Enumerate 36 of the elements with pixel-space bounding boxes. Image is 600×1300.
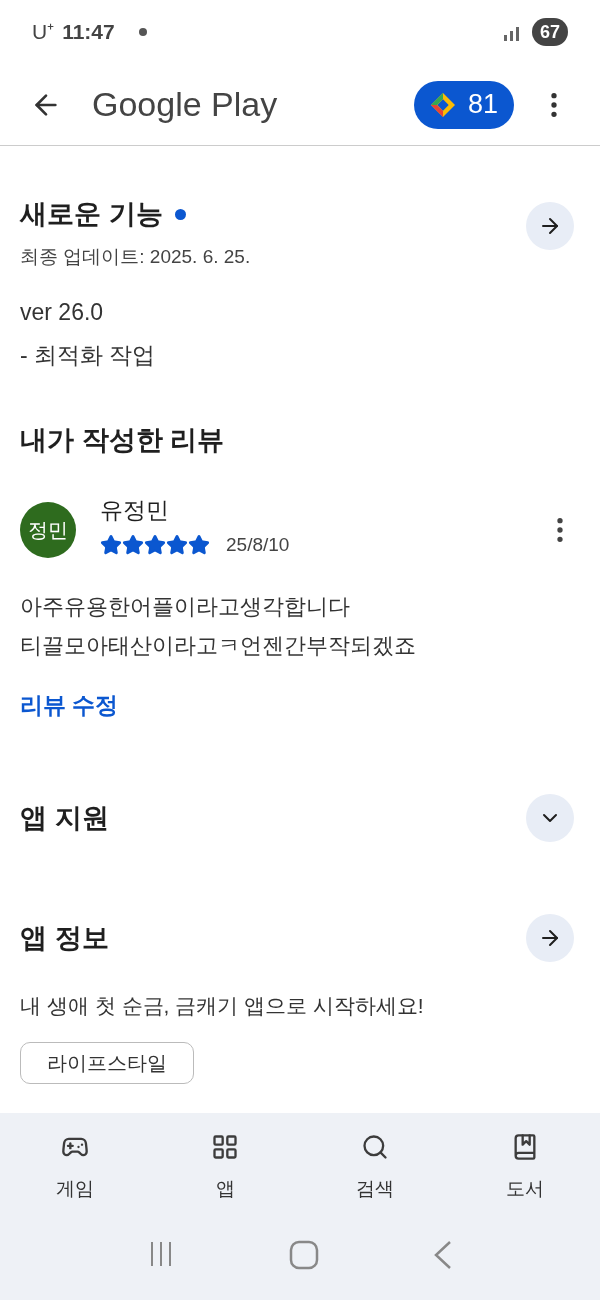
app-title: Google Play [92, 84, 278, 125]
nav-tab[interactable]: 게임 [20, 1133, 130, 1204]
star-icon [144, 534, 166, 557]
reviewer-name: 유정민 [100, 495, 170, 525]
section-title: 새로운 기능 [20, 198, 163, 231]
category-chip[interactable]: 라이프스타일 [20, 1041, 194, 1084]
arrow-button[interactable] [526, 202, 574, 250]
section-title: 앱 정보 [20, 921, 110, 955]
home-icon[interactable] [289, 1239, 319, 1270]
section-title: 앱 지원 [20, 801, 110, 835]
grid-icon [211, 1133, 239, 1161]
clock: 11:47 [62, 19, 115, 46]
star-icon [122, 534, 144, 557]
app-description: 내 생애 첫 순금, 금캐기 앱으로 시작하세요! [20, 993, 425, 1019]
review-text: 티끌모아태산이라고ㅋ언젠간부작되겠죠 [20, 631, 417, 660]
update-date: 최종 업데이트: 2025. 6. 25. [20, 244, 252, 269]
edit-review-link[interactable]: 리뷰 수정 [20, 687, 119, 722]
back-nav-icon[interactable] [433, 1239, 453, 1270]
nav-tab[interactable]: 검색 [320, 1133, 430, 1204]
diamond-icon [429, 91, 456, 118]
avatar: 정민 [20, 502, 76, 558]
carrier: U⁺ [32, 19, 55, 46]
star-icon [166, 534, 188, 557]
review-date: 25/8/10 [226, 533, 290, 557]
nav-tab[interactable]: 도서 [470, 1133, 580, 1204]
release-note: - 최적화 작업 [20, 340, 157, 370]
star-icon [188, 534, 210, 557]
arrow-button[interactable] [526, 914, 574, 962]
review-text: 아주유용한어플이라고생각합니다 [20, 592, 351, 621]
release-note: ver 26.0 [20, 298, 105, 327]
points-button[interactable]: 81 [413, 80, 514, 129]
battery-indicator: 67 [531, 18, 568, 46]
search-icon [361, 1133, 389, 1161]
section-title: 내가 작성한 리뷰 [20, 424, 225, 457]
star-icon [100, 534, 122, 557]
nav-tab[interactable]: 앱 [170, 1133, 280, 1204]
